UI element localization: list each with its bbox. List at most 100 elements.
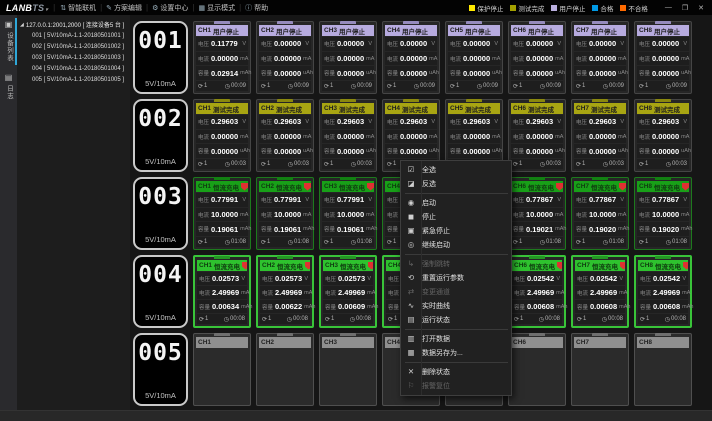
menu-item-settings-center[interactable]: ⚙设置中心 xyxy=(152,3,188,13)
channel-card[interactable]: CH6用户停止电压0.00000V电流0.00000mA容量0.00000uAh… xyxy=(508,21,566,94)
menu-item-smart-link[interactable]: ⇅智能联机 xyxy=(60,3,96,13)
channel-card[interactable]: CH2 xyxy=(256,333,314,406)
current-label: 电流 xyxy=(513,55,524,63)
elapsed-time: ◷00:08 xyxy=(602,316,623,323)
channel-header: CH8恒流充电 xyxy=(637,181,689,192)
sidebar-tab-device-list[interactable]: ▣设备列表 xyxy=(0,15,17,68)
current-row: 电流0.00000mA xyxy=(322,52,374,66)
loop-count: ⟳1 xyxy=(388,316,397,323)
context-menu-item-continue-start[interactable]: ◎继续启动 xyxy=(401,238,511,252)
capacity-row: 容量0.00608mAh xyxy=(575,300,625,313)
context-menu-item-reset-run-params[interactable]: ⟲重置运行参数 xyxy=(401,271,511,285)
device-card[interactable]: 0035V/10mA xyxy=(133,177,188,250)
channel-card[interactable]: CH2恒流充电电压0.02573V电流2.49969mA容量0.00622mAh… xyxy=(256,255,314,328)
sidebar-tab-log[interactable]: ▤日志 xyxy=(0,68,17,106)
channel-card[interactable]: CH1测试完成电压0.29603V电流0.00000mA容量0.00000uAh… xyxy=(193,99,251,172)
loop-icon: ⟳ xyxy=(577,316,582,323)
device-number-display: 001 xyxy=(138,30,183,53)
clock-icon: ◷ xyxy=(539,316,544,323)
device-card[interactable]: 0015V/10mA xyxy=(133,21,188,94)
channel-card[interactable]: CH1恒流充电电压0.02573V电流2.49969mA容量0.00634mAh… xyxy=(193,255,251,328)
close-button[interactable]: ✕ xyxy=(698,4,704,12)
context-menu-item-run-status[interactable]: ▤运行状态 xyxy=(401,313,511,327)
channel-card[interactable]: CH3恒流充电电压0.77991V电流10.0000mA容量0.19061mAh… xyxy=(319,177,377,250)
device-tree-item[interactable]: 003 [ 5V/10mA-1.1-20180501003 ] xyxy=(17,52,130,63)
restore-button[interactable]: ❐ xyxy=(682,4,688,12)
context-menu-item-open-data[interactable]: ▥打开数据 xyxy=(401,332,511,346)
current-unit: mA xyxy=(619,290,627,296)
channel-card[interactable]: CH8用户停止电压0.00000V电流0.00000mA容量0.00000uAh… xyxy=(634,21,692,94)
channel-card[interactable]: CH7测试完成电压0.29603V电流0.00000mA容量0.00000uAh… xyxy=(571,99,629,172)
loop-count: ⟳1 xyxy=(198,161,207,168)
channel-card[interactable]: CH3用户停止电压0.00000V电流0.00000mA容量0.00000uAh… xyxy=(319,21,377,94)
context-menu-item-emergency-stop[interactable]: ▣紧急停止 xyxy=(401,224,511,238)
device-tree-item[interactable]: 002 [ 5V/10mA-1.1-20180501002 ] xyxy=(17,41,130,52)
loop-count: ⟳1 xyxy=(513,83,522,90)
channel-card[interactable]: CH7用户停止电压0.00000V电流0.00000mA容量0.00000uAh… xyxy=(571,21,629,94)
menu-item-label: 方案编辑 xyxy=(114,3,142,13)
channel-card[interactable]: CH8 xyxy=(634,333,692,406)
current-label: 电流 xyxy=(324,133,335,141)
device-card[interactable]: 0045V/10mA xyxy=(133,255,188,328)
channel-card[interactable]: CH2用户停止电压0.00000V电流0.00000mA容量0.00000uAh… xyxy=(256,21,314,94)
context-menu-item-select-all[interactable]: ☑全选 xyxy=(401,163,511,177)
device-tree-items: 001 [ 5V/10mA-1.1-20180501001 ]002 [ 5V/… xyxy=(17,30,130,85)
menu-item-display-mode[interactable]: ▦显示模式 xyxy=(198,3,235,13)
channel-card[interactable]: CH6恒流充电电压0.77867V电流10.0000mA容量0.19021mAh… xyxy=(508,177,566,250)
channel-name: CH3 xyxy=(324,183,337,190)
device-card[interactable]: 0055V/10mA xyxy=(133,333,188,406)
minimize-button[interactable]: — xyxy=(665,4,672,11)
channel-card[interactable]: CH3恒流充电电压0.02573V电流2.49969mA容量0.00609mAh… xyxy=(319,255,377,328)
context-menu-item-start[interactable]: ◉启动 xyxy=(401,196,511,210)
channel-card[interactable]: CH8恒流充电电压0.77867V电流10.0000mA容量0.19020mAh… xyxy=(634,177,692,250)
channel-card[interactable]: CH7恒流充电电压0.77867V电流10.0000mA容量0.19020mAh… xyxy=(571,177,629,250)
channel-card[interactable]: CH4用户停止电压0.00000V电流0.00000mA容量0.00000uAh… xyxy=(382,21,440,94)
capacity-value: 0.00000 xyxy=(337,147,364,156)
context-menu-item-realtime-curve[interactable]: ∿实时曲线 xyxy=(401,299,511,313)
channel-status: 测试完成 xyxy=(654,104,680,114)
elapsed-time: ◷01:08 xyxy=(540,239,561,246)
channel-metrics: 电压0.00000V电流0.00000mA容量0.00000uAh xyxy=(574,37,626,80)
channel-card[interactable]: CH3 xyxy=(319,333,377,406)
tree-expander-icon[interactable]: ◢ xyxy=(20,22,24,28)
context-menu-item-save-data-as[interactable]: ▦数据另存为... xyxy=(401,346,511,360)
channel-card[interactable]: CH7恒流充电电压0.02542V电流2.49969mA容量0.00608mAh… xyxy=(571,255,629,328)
device-card[interactable]: 0025V/10mA xyxy=(133,99,188,172)
loop-icon: ⟳ xyxy=(450,83,455,90)
context-menu-item-stop[interactable]: ◼停止 xyxy=(401,210,511,224)
device-tree-root[interactable]: ◢ 127.0.0.1:2001,2000 [ 连接设备5 台 ] xyxy=(17,19,130,30)
channel-card[interactable]: CH2测试完成电压0.29603V电流0.00000mA容量0.00000uAh… xyxy=(256,99,314,172)
context-menu-item-delete-status[interactable]: ✕删除状态 xyxy=(401,365,511,379)
elapsed-time: ◷00:03 xyxy=(225,161,246,168)
menu-item-plan-editor[interactable]: ✎方案编辑 xyxy=(106,3,142,13)
app-logo[interactable]: LANBTS▾ xyxy=(6,3,48,13)
time-value: 00:03 xyxy=(294,161,309,167)
device-tree-item[interactable]: 004 [ 5V/10mA-1.1-20180501004 ] xyxy=(17,63,130,74)
channel-card[interactable]: CH6 xyxy=(508,333,566,406)
loop-value: 1 xyxy=(267,161,270,167)
channel-card[interactable]: CH8测试完成电压0.29603V电流0.00000mA容量0.00000uAh… xyxy=(634,99,692,172)
context-menu-item-invert-selection[interactable]: ◪反选 xyxy=(401,177,511,191)
elapsed-time: ◷01:08 xyxy=(225,239,246,246)
loop-count: ⟳1 xyxy=(387,83,396,90)
channel-card[interactable]: CH7 xyxy=(571,333,629,406)
menu-item-help[interactable]: ⓘ帮助 xyxy=(245,3,268,13)
channel-footer: ⟳1◷00:08 xyxy=(260,314,310,324)
loop-value: 1 xyxy=(330,239,333,245)
channel-name: CH6 xyxy=(513,339,526,346)
device-tree-item[interactable]: 005 [ 5V/10mA-1.1-20180501005 ] xyxy=(17,74,130,85)
device-tree-item[interactable]: 001 [ 5V/10mA-1.1-20180501001 ] xyxy=(17,30,130,41)
channel-card[interactable]: CH2恒流充电电压0.77991V电流10.0000mA容量0.19061mAh… xyxy=(256,177,314,250)
channel-card[interactable]: CH3测试完成电压0.29603V电流0.00000mA容量0.00000uAh… xyxy=(319,99,377,172)
battery-terminal-notch xyxy=(340,256,356,259)
battery-terminal-notch xyxy=(592,256,608,259)
channel-card[interactable]: CH1恒流充电电压0.77991V电流10.0000mA容量0.19061mAh… xyxy=(193,177,251,250)
current-row: 电流0.00000mA xyxy=(448,130,500,144)
battery-terminal-notch xyxy=(340,333,356,336)
channel-card[interactable]: CH6恒流充电电压0.02542V电流2.49969mA容量0.00608mAh… xyxy=(508,255,566,328)
channel-card[interactable]: CH1 xyxy=(193,333,251,406)
channel-card[interactable]: CH1用户停止电压0.11779V电流0.00000mA容量0.02914mAh… xyxy=(193,21,251,94)
channel-card[interactable]: CH6测试完成电压0.29603V电流0.00000mA容量0.00000uAh… xyxy=(508,99,566,172)
channel-card[interactable]: CH5用户停止电压0.00000V电流0.00000mA容量0.00000uAh… xyxy=(445,21,503,94)
channel-card[interactable]: CH8恒流充电电压0.02542V电流2.49969mA容量0.00608mAh… xyxy=(634,255,692,328)
